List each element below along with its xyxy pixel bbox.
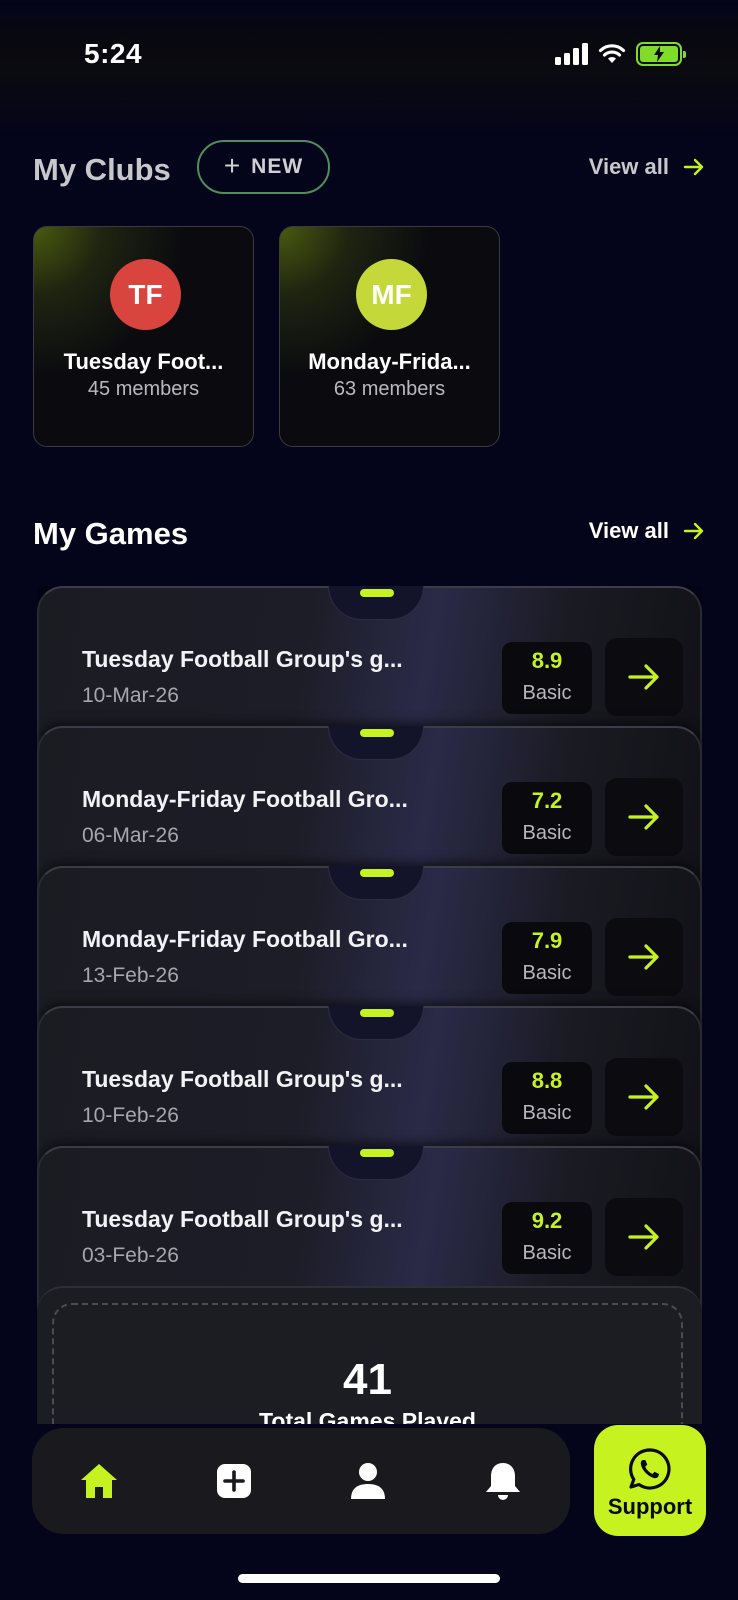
game-score: 8.9 (531, 648, 563, 673)
open-game-button[interactable] (605, 918, 683, 996)
status-time: 5:24 (84, 38, 143, 69)
games-title: My Games (33, 516, 189, 551)
arrow-right-icon (628, 1084, 659, 1110)
arrow-right-icon (683, 158, 704, 176)
game-date: 13-Feb-26 (82, 964, 179, 987)
game-date: 03-Feb-26 (82, 1244, 179, 1267)
new-club-button[interactable]: + NEW (197, 140, 330, 194)
clubs-title: My Clubs (33, 152, 171, 187)
game-tier: Basic (522, 962, 572, 984)
plus-icon: + (223, 149, 242, 181)
tab-home[interactable] (32, 1428, 167, 1534)
game-date: 10-Mar-26 (82, 684, 179, 707)
cellular-signal-icon (555, 43, 588, 65)
game-title: Monday-Friday Football Gro... (82, 926, 408, 952)
game-title: Tuesday Football Group's g... (82, 646, 403, 672)
total-games-value: 41 (343, 1355, 392, 1404)
game-score: 7.9 (531, 928, 563, 953)
card-notch (328, 866, 424, 900)
arrow-right-icon (628, 664, 659, 690)
open-game-button[interactable] (605, 638, 683, 716)
games-view-all-link[interactable]: View all (589, 518, 705, 544)
open-game-button[interactable] (605, 1058, 683, 1136)
home-indicator (238, 1574, 500, 1583)
club-avatar: TF (110, 259, 181, 330)
club-name: Monday-Frida... (308, 349, 471, 374)
support-label: Support (607, 1493, 693, 1519)
game-score: 8.8 (531, 1068, 563, 1093)
arrow-right-icon (683, 522, 704, 540)
club-card-monday-friday[interactable]: MF Monday-Frida... 63 members (279, 226, 500, 447)
games-list[interactable]: Tuesday Football Group's g... 10-Mar-26 … (37, 586, 702, 1424)
game-tier: Basic (522, 1242, 572, 1264)
bell-icon (485, 1463, 520, 1500)
whatsapp-icon (629, 1447, 671, 1490)
games-view-all-label: View all (588, 518, 669, 543)
status-icons (555, 42, 686, 66)
game-title: Tuesday Football Group's g... (82, 1066, 403, 1092)
arrow-right-icon (628, 944, 659, 970)
support-button[interactable]: Support (594, 1425, 706, 1536)
total-games-label: Total Games Played (259, 1408, 476, 1424)
clubs-view-all-label: View all (588, 154, 669, 179)
card-notch (328, 586, 424, 620)
game-title: Monday-Friday Football Gro... (82, 786, 408, 812)
games-header: My Games View all (33, 504, 705, 558)
game-title: Tuesday Football Group's g... (82, 1206, 403, 1232)
club-avatar: MF (356, 259, 427, 330)
tab-notifications[interactable] (436, 1428, 571, 1534)
open-game-button[interactable] (605, 778, 683, 856)
home-icon (81, 1464, 118, 1498)
clubs-header: My Clubs + NEW View all (33, 140, 705, 194)
tab-profile[interactable] (301, 1428, 436, 1534)
card-notch (328, 726, 424, 760)
profile-icon (351, 1463, 386, 1499)
game-tier: Basic (522, 682, 572, 704)
club-card-tuesday[interactable]: TF Tuesday Foot... 45 members (33, 226, 254, 447)
game-score: 9.2 (531, 1208, 563, 1233)
total-games-card: 41 Total Games Played (37, 1286, 702, 1424)
arrow-right-icon (628, 1224, 659, 1250)
open-game-button[interactable] (605, 1198, 683, 1276)
game-score-badge: 9.2 Basic (502, 1202, 592, 1274)
club-name: Tuesday Foot... (63, 349, 224, 374)
total-games-frame: 41 Total Games Played (52, 1303, 683, 1424)
new-club-label: NEW (251, 155, 304, 178)
game-date: 06-Mar-26 (82, 824, 179, 847)
club-members-count: 63 members (333, 378, 446, 400)
game-score: 7.2 (531, 788, 563, 813)
clubs-view-all-link[interactable]: View all (589, 154, 705, 180)
game-tier: Basic (522, 822, 572, 844)
game-date: 10-Feb-26 (82, 1104, 179, 1127)
add-square-icon (216, 1464, 251, 1498)
arrow-right-icon (628, 804, 659, 830)
game-score-badge: 7.2 Basic (502, 782, 592, 854)
game-score-badge: 7.9 Basic (502, 922, 592, 994)
game-score-badge: 8.8 Basic (502, 1062, 592, 1134)
club-members-count: 45 members (87, 378, 200, 400)
battery-icon (636, 42, 686, 66)
card-notch (328, 1006, 424, 1040)
bottom-tab-bar (32, 1428, 570, 1534)
status-bar: 5:24 (0, 0, 738, 110)
game-tier: Basic (522, 1102, 572, 1124)
game-score-badge: 8.9 Basic (502, 642, 592, 714)
wifi-icon (598, 44, 626, 63)
tab-create[interactable] (167, 1428, 302, 1534)
card-notch (328, 1146, 424, 1180)
